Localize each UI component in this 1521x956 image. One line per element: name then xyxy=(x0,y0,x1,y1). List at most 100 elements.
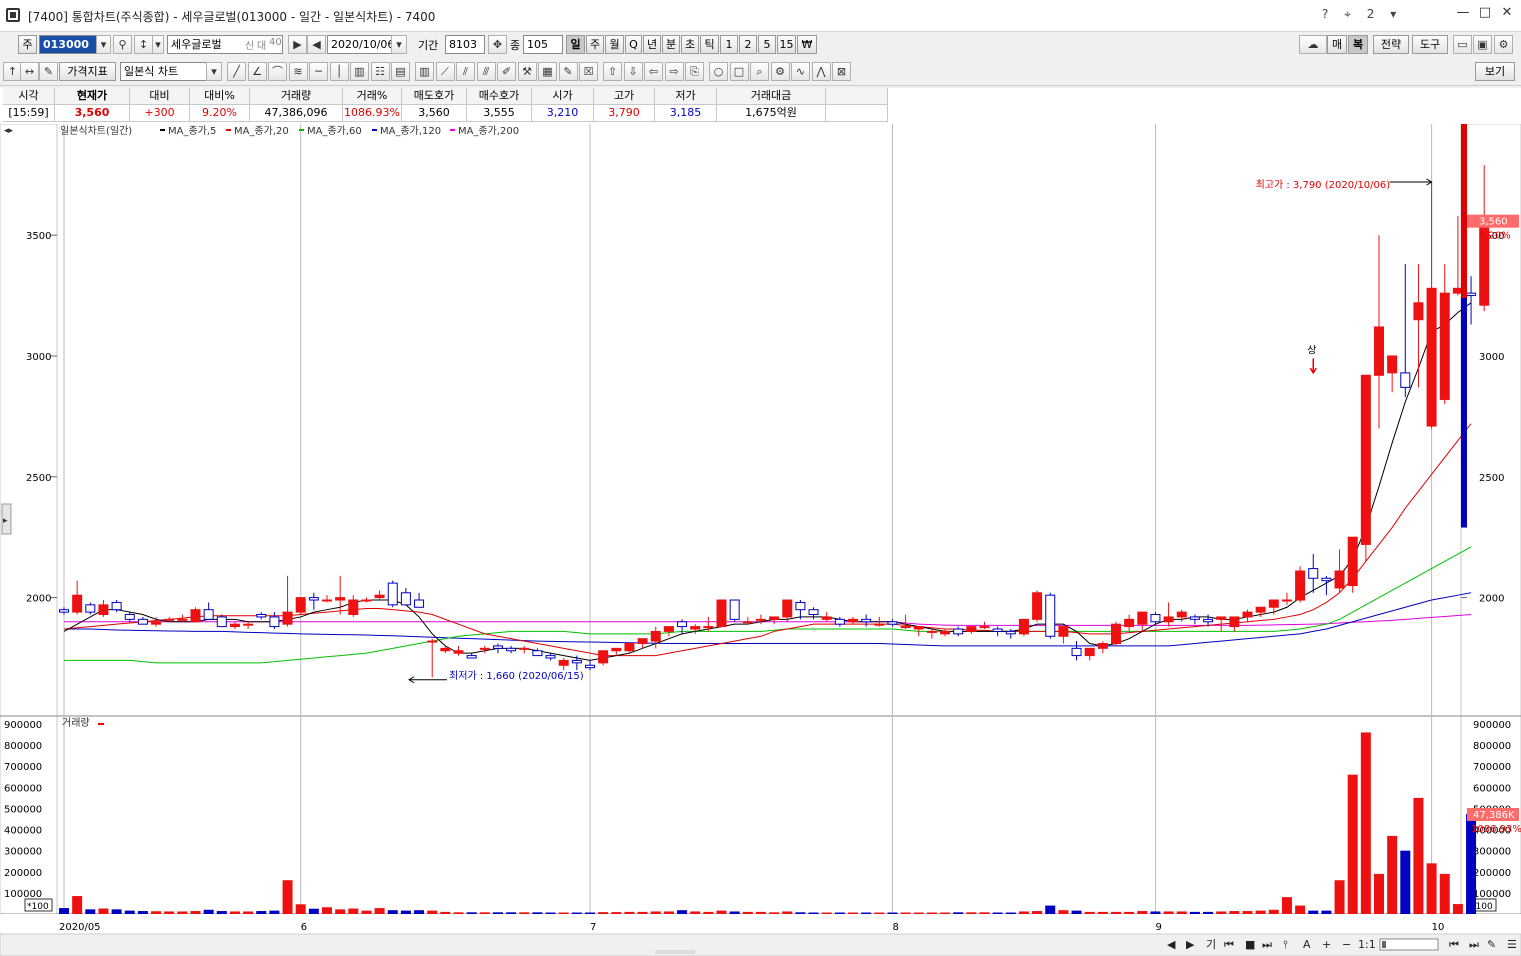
timeframe-6[interactable]: 초 xyxy=(681,35,699,54)
timeframe-9[interactable]: 2 xyxy=(739,35,757,54)
search-icon[interactable]: ⚲ xyxy=(113,35,132,54)
line-icon[interactable]: ╱ xyxy=(227,62,246,81)
volume-bar xyxy=(650,911,661,914)
gann-icon[interactable]: ⫻ xyxy=(476,62,496,81)
chart-bg xyxy=(0,124,1521,956)
settings-icon[interactable]: ⚙ xyxy=(770,62,790,81)
arc-icon[interactable]: ⌒ xyxy=(268,62,287,81)
horizontal-arrows-icon[interactable]: ↔ xyxy=(20,62,39,81)
timeframe-5[interactable]: 분 xyxy=(662,35,680,54)
volume-bar xyxy=(1255,910,1266,914)
candle xyxy=(1176,611,1187,618)
save-icon[interactable]: ▣ xyxy=(1473,35,1492,54)
tool-icon[interactable]: ⚒ xyxy=(517,62,537,81)
code-dropdown-icon[interactable]: ▾ xyxy=(96,35,111,54)
title-tools[interactable]: ? ⌖ 2 ▾ xyxy=(1322,7,1402,22)
candle xyxy=(1466,292,1477,297)
timeframe-1[interactable]: 주 xyxy=(586,35,604,54)
trade-button[interactable]: 매 xyxy=(1327,35,1347,54)
pen-icon[interactable]: ✐ xyxy=(497,62,516,81)
multi-button[interactable]: 복 xyxy=(1348,35,1368,54)
vline-icon[interactable]: │ xyxy=(329,62,349,81)
candle xyxy=(992,628,1003,632)
candle xyxy=(742,621,753,624)
vol-tick-label-left-0: 100000 xyxy=(4,889,42,900)
quote-header-filler xyxy=(826,88,888,105)
timeframe-7[interactable]: 틱 xyxy=(700,35,719,54)
bottom-tool-13: ✎ xyxy=(1487,938,1496,951)
view-button[interactable]: 보기 xyxy=(1475,62,1515,81)
parallel-icon[interactable]: ⫽ xyxy=(456,62,475,81)
candle xyxy=(1242,611,1253,618)
shift-left-icon[interactable]: ⇦ xyxy=(644,62,663,81)
close-button[interactable]: ✕ xyxy=(1496,5,1518,21)
bottom-tool-12: ⏭ xyxy=(1469,938,1479,951)
candle xyxy=(1413,302,1424,321)
note-icon[interactable]: ✎ xyxy=(558,62,578,81)
prev-arrow-icon[interactable]: ◀ xyxy=(307,35,326,54)
timeframe-12[interactable]: ₩ xyxy=(797,35,817,54)
channel-icon[interactable]: ▥ xyxy=(415,62,434,81)
timeframe-2[interactable]: 월 xyxy=(605,35,624,54)
candle xyxy=(650,630,661,642)
hline-icon[interactable]: ─ xyxy=(309,62,328,81)
open-folder-icon[interactable]: ▭ xyxy=(1453,35,1472,54)
crosshair-icon[interactable]: ✥ xyxy=(488,35,507,54)
cloud-icon[interactable]: ☁ xyxy=(1299,35,1327,54)
zoom-icon[interactable]: ⌕ xyxy=(750,62,769,81)
wave-icon[interactable]: ∿ xyxy=(791,62,810,81)
type-selector[interactable]: 주 xyxy=(18,35,37,54)
count-input[interactable]: 105 xyxy=(523,35,563,54)
candle xyxy=(124,614,135,620)
timeframe-4[interactable]: 년 xyxy=(643,35,661,54)
trend-icon[interactable]: ⟋ xyxy=(435,62,455,81)
wrench-icon[interactable]: ⚙ xyxy=(1494,35,1513,54)
shift-down-icon[interactable]: ⇩ xyxy=(623,62,643,81)
quote-header-11: 거래대금 xyxy=(717,88,826,105)
volume-bar xyxy=(598,912,609,914)
indicator-button[interactable]: 가격지표 xyxy=(59,62,116,81)
shift-up-icon[interactable]: ⇧ xyxy=(603,62,622,81)
tools-button[interactable]: 도구 xyxy=(1412,35,1448,54)
next-arrow-icon[interactable]: ▶ xyxy=(288,35,307,54)
delete-icon[interactable]: ☒ xyxy=(579,62,598,81)
maximize-button[interactable]: □ xyxy=(1474,5,1496,21)
pattern-icon[interactable]: ⋀ xyxy=(811,62,831,81)
hgrid-icon[interactable]: ▤ xyxy=(391,62,410,81)
candle xyxy=(1374,326,1384,376)
vgrid-icon[interactable]: ▥ xyxy=(350,62,369,81)
edit-icon[interactable]: ✎ xyxy=(39,62,58,81)
palette-icon[interactable]: ▦ xyxy=(538,62,557,81)
fibo-fan-icon[interactable]: ≋ xyxy=(288,62,308,81)
clear-icon[interactable]: ⊠ xyxy=(832,62,851,81)
sort-dropdown-icon[interactable]: ▾ xyxy=(152,35,164,54)
candle xyxy=(1189,616,1200,620)
strategy-button[interactable]: 전략 xyxy=(1373,35,1409,54)
quote-value-10: 3,185 xyxy=(655,105,717,122)
chart-area[interactable]: ▸ ◂▸ 2020/05 6 7 8 9 10 2000 2000 2500 2500 3000 3000… xyxy=(0,124,1521,956)
candle xyxy=(1360,374,1371,545)
candle xyxy=(821,616,832,620)
timeframe-3[interactable]: Q xyxy=(625,35,642,54)
candle xyxy=(913,626,924,630)
timeframe-8[interactable]: 1 xyxy=(720,35,738,54)
angle-icon[interactable]: ∠ xyxy=(247,62,267,81)
calendar-dropdown-icon[interactable]: ▾ xyxy=(391,35,407,54)
sort-icon[interactable]: ↕ xyxy=(134,35,153,54)
minimize-button[interactable]: — xyxy=(1452,5,1474,21)
rect-icon[interactable]: □ xyxy=(729,62,749,81)
copy-icon[interactable]: ⎘ xyxy=(685,62,704,81)
high-annotation: 최고가 : 3,790 (2020/10/06) xyxy=(1256,179,1391,191)
volume-bar xyxy=(729,911,740,914)
volume-bar xyxy=(1203,911,1214,914)
timeframe-11[interactable]: 15 xyxy=(777,35,796,54)
timeframe-0[interactable]: 일 xyxy=(566,35,585,54)
table-icon[interactable]: ☷ xyxy=(370,62,390,81)
volume-bar xyxy=(348,908,359,914)
chart-type-dropdown-icon[interactable]: ▾ xyxy=(206,62,222,81)
period-input[interactable]: 8103 xyxy=(445,35,485,54)
circle-icon[interactable]: ○ xyxy=(709,62,728,81)
volume-legend-swatch xyxy=(98,723,104,725)
shift-right-icon[interactable]: ⇨ xyxy=(664,62,684,81)
timeframe-10[interactable]: 5 xyxy=(758,35,776,54)
